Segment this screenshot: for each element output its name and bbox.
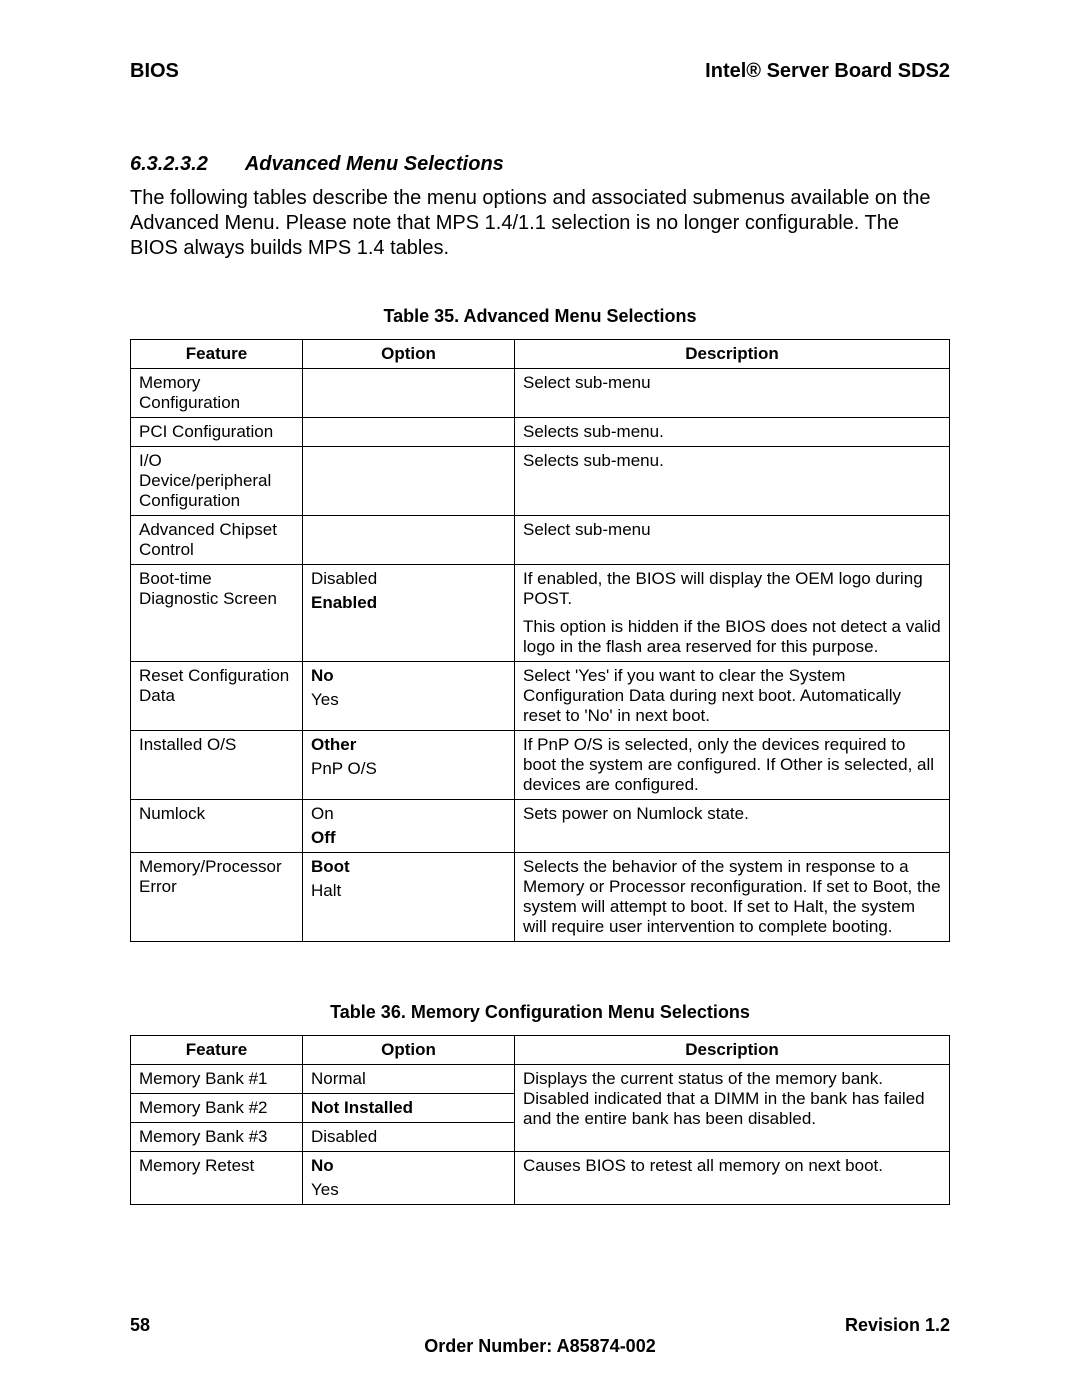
page-header: BIOS Intel® Server Board SDS2 xyxy=(130,60,950,83)
cell-description: If PnP O/S is selected, only the devices… xyxy=(515,731,950,800)
section-heading: 6.3.2.3.2 Advanced Menu Selections xyxy=(130,153,950,176)
cell-option: Disabled Enabled xyxy=(303,565,515,662)
description-text: Select 'Yes' if you want to clear the Sy… xyxy=(523,666,941,726)
cell-option: No Yes xyxy=(303,662,515,731)
cell-feature: Memory Bank #3 xyxy=(131,1123,303,1152)
table35-header-option: Option xyxy=(303,340,515,369)
cell-description: Select sub-menu xyxy=(515,369,950,418)
option-value: No xyxy=(311,666,506,686)
cell-feature: Numlock xyxy=(131,800,303,853)
cell-option xyxy=(303,369,515,418)
cell-option: Other PnP O/S xyxy=(303,731,515,800)
page: BIOS Intel® Server Board SDS2 6.3.2.3.2 … xyxy=(0,0,1080,1397)
table36-header-option: Option xyxy=(303,1036,515,1065)
cell-description: Causes BIOS to retest all memory on next… xyxy=(515,1152,950,1205)
cell-feature: PCI Configuration xyxy=(131,418,303,447)
cell-description: If enabled, the BIOS will display the OE… xyxy=(515,565,950,662)
header-left: BIOS xyxy=(130,60,179,83)
cell-feature: Memory/Processor Error xyxy=(131,853,303,942)
table-row: Installed O/S Other PnP O/S If PnP O/S is s… xyxy=(131,731,950,800)
table-row: Memory Bank #1NormalDisplays the current… xyxy=(131,1065,950,1094)
section-title: Advanced Menu Selections xyxy=(245,153,504,175)
cell-feature: Advanced Chipset Control xyxy=(131,516,303,565)
table36-header-feature: Feature xyxy=(131,1036,303,1065)
option-value: Disabled xyxy=(311,1127,506,1147)
cell-feature: Memory Bank #2 xyxy=(131,1094,303,1123)
table-row: PCI Configuration Selects sub-menu. xyxy=(131,418,950,447)
table-row: Boot-time Diagnostic Screen Disabled Enabl… xyxy=(131,565,950,662)
table35-header-description: Description xyxy=(515,340,950,369)
table-row: Memory Retest No Yes Causes BIOS to retest … xyxy=(131,1152,950,1205)
cell-option: Not Installed xyxy=(303,1094,515,1123)
description-text: Sets power on Numlock state. xyxy=(523,804,941,824)
table35: Feature Option Description Memory Config… xyxy=(130,339,950,942)
option-value: Yes xyxy=(311,1180,506,1200)
option-value: Not Installed xyxy=(311,1098,506,1118)
description-text: If PnP O/S is selected, only the devices… xyxy=(523,735,941,795)
header-right: Intel® Server Board SDS2 xyxy=(705,60,950,83)
cell-option xyxy=(303,447,515,516)
table35-header-feature: Feature xyxy=(131,340,303,369)
page-footer: 58 Revision 1.2 Order Number: A85874-002 xyxy=(130,1315,950,1357)
option-value: On xyxy=(311,804,506,824)
table-row: Memory/Processor Error Boot Halt Selects th… xyxy=(131,853,950,942)
option-value: Other xyxy=(311,735,506,755)
cell-option: Boot Halt xyxy=(303,853,515,942)
cell-description: Select 'Yes' if you want to clear the Sy… xyxy=(515,662,950,731)
cell-option: Disabled xyxy=(303,1123,515,1152)
option-value: No xyxy=(311,1156,506,1176)
description-text: Select sub-menu xyxy=(523,373,941,393)
cell-option xyxy=(303,418,515,447)
description-text: This option is hidden if the BIOS does n… xyxy=(523,617,941,657)
cell-feature: Memory Retest xyxy=(131,1152,303,1205)
description-text: If enabled, the BIOS will display the OE… xyxy=(523,569,941,609)
table35-header-row: Feature Option Description xyxy=(131,340,950,369)
cell-option: Normal xyxy=(303,1065,515,1094)
description-text: Selects the behavior of the system in re… xyxy=(523,857,941,937)
table36-header-row: Feature Option Description xyxy=(131,1036,950,1065)
cell-option: No Yes xyxy=(303,1152,515,1205)
table-row: Memory Configuration Select sub-menu xyxy=(131,369,950,418)
footer-order-number: Order Number: A85874-002 xyxy=(130,1336,950,1357)
description-text: Selects sub-menu. xyxy=(523,422,941,442)
cell-option xyxy=(303,516,515,565)
cell-description: Displays the current status of the memor… xyxy=(515,1065,950,1152)
footer-page-number: 58 xyxy=(130,1315,150,1336)
section-body: The following tables describe the menu o… xyxy=(130,186,950,261)
cell-feature: Reset Configuration Data xyxy=(131,662,303,731)
option-value: Yes xyxy=(311,690,506,710)
table-row: Reset Configuration Data No Yes Select 'Yes… xyxy=(131,662,950,731)
option-value: PnP O/S xyxy=(311,759,506,779)
option-value: Boot xyxy=(311,857,506,877)
cell-feature: Memory Configuration xyxy=(131,369,303,418)
option-value: Halt xyxy=(311,881,506,901)
footer-revision: Revision 1.2 xyxy=(845,1315,950,1336)
section-number: 6.3.2.3.2 xyxy=(130,153,240,176)
table36-caption: Table 36. Memory Configuration Menu Sele… xyxy=(130,1002,950,1023)
cell-option: On Off xyxy=(303,800,515,853)
cell-description: Selects the behavior of the system in re… xyxy=(515,853,950,942)
description-text: Selects sub-menu. xyxy=(523,451,941,471)
cell-description: Selects sub-menu. xyxy=(515,418,950,447)
option-value: Off xyxy=(311,828,506,848)
cell-description: Select sub-menu xyxy=(515,516,950,565)
table-row: Advanced Chipset Control Select sub-menu xyxy=(131,516,950,565)
cell-description: Sets power on Numlock state. xyxy=(515,800,950,853)
table35-caption: Table 35. Advanced Menu Selections xyxy=(130,306,950,327)
option-value: Normal xyxy=(311,1069,506,1089)
cell-feature: Memory Bank #1 xyxy=(131,1065,303,1094)
cell-feature: Installed O/S xyxy=(131,731,303,800)
cell-description: Selects sub-menu. xyxy=(515,447,950,516)
table-row: I/O Device/peripheral Configuration Selec… xyxy=(131,447,950,516)
option-value: Disabled xyxy=(311,569,506,589)
option-value: Enabled xyxy=(311,593,506,613)
table36: Feature Option Description Memory Bank #… xyxy=(130,1035,950,1205)
table36-header-description: Description xyxy=(515,1036,950,1065)
table-row: Numlock On Off Sets power on Numlock state. xyxy=(131,800,950,853)
cell-feature: Boot-time Diagnostic Screen xyxy=(131,565,303,662)
description-text: Select sub-menu xyxy=(523,520,941,540)
cell-feature: I/O Device/peripheral Configuration xyxy=(131,447,303,516)
